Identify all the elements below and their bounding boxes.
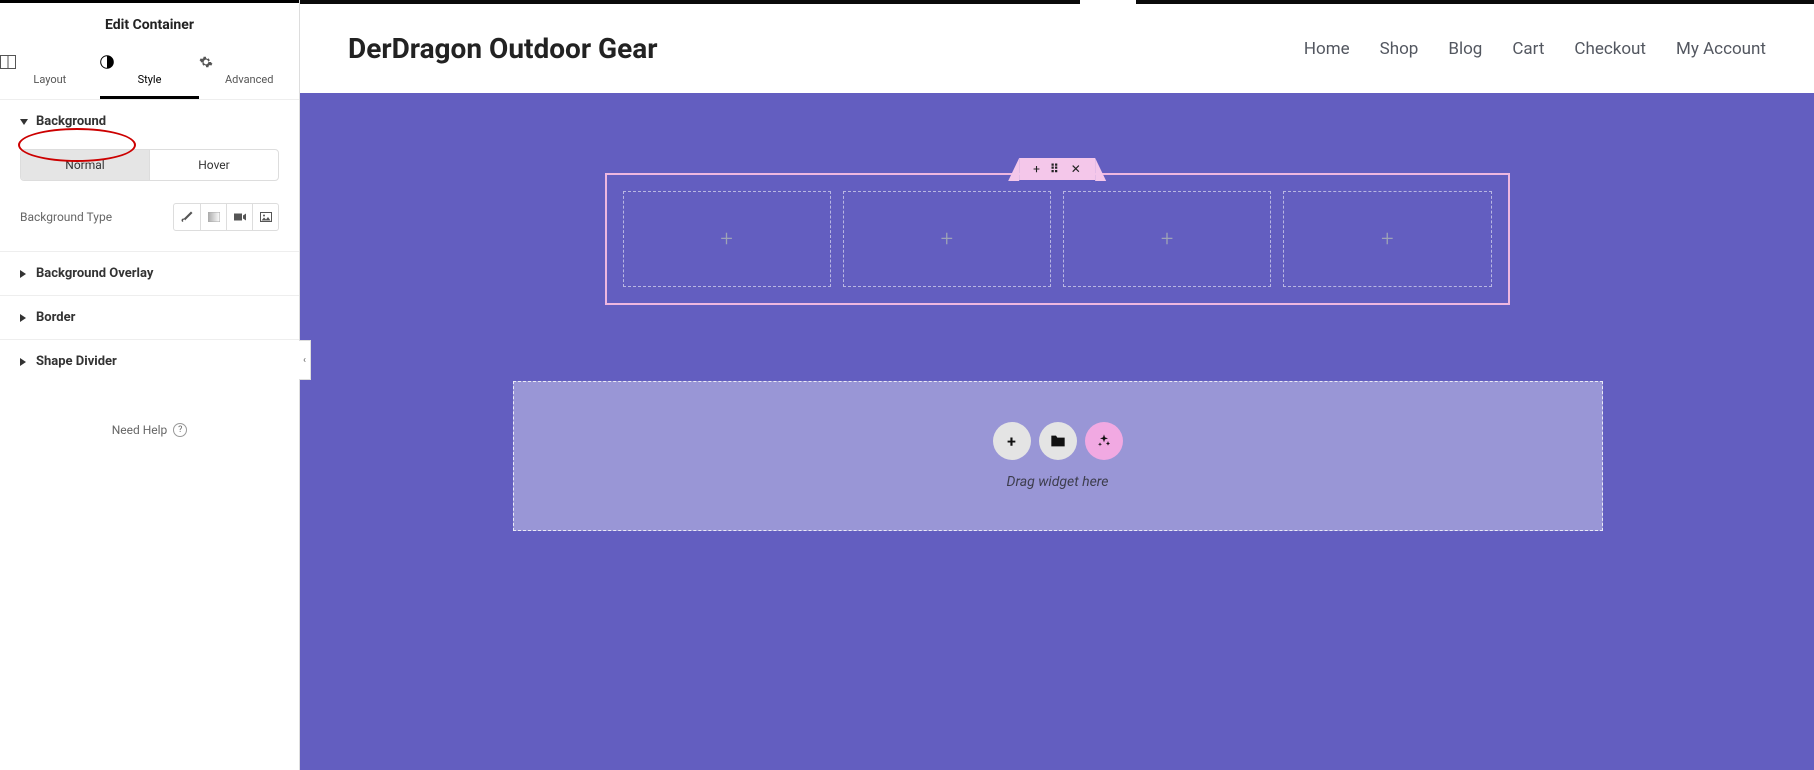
section-shape: Shape Divider [0, 340, 299, 383]
bg-type-label: Background Type [20, 210, 112, 224]
section-overlay: Background Overlay [0, 252, 299, 296]
style-icon [100, 55, 200, 69]
tab-layout[interactable]: Layout [0, 47, 100, 99]
tab-label: Layout [0, 73, 100, 86]
layout-icon [0, 55, 100, 69]
nav-link[interactable]: Shop [1380, 39, 1419, 59]
add-icon[interactable]: + [1033, 162, 1040, 176]
plus-icon: + [1381, 227, 1393, 252]
site-brand[interactable]: DerDragon Outdoor Gear [348, 32, 658, 65]
panel-title: Edit Container [0, 3, 299, 47]
container-handle[interactable]: + ⠿ ✕ [1019, 158, 1095, 180]
image-icon [260, 212, 272, 222]
widget-dropzone[interactable]: + Drag widget here [513, 381, 1603, 531]
segment-normal[interactable]: Normal [21, 150, 149, 180]
tab-style[interactable]: Style [100, 47, 200, 99]
panel-tabs: Layout Style Advanced [0, 47, 299, 100]
segment-hover[interactable]: Hover [149, 150, 278, 180]
preview-pane: DerDragon Outdoor Gear Home Shop Blog Ca… [300, 0, 1814, 770]
gradient-icon [208, 212, 220, 222]
site-header: DerDragon Outdoor Gear Home Shop Blog Ca… [300, 4, 1814, 93]
ai-button[interactable] [1085, 422, 1123, 460]
add-widget-button[interactable]: + [993, 422, 1031, 460]
plus-icon: + [941, 227, 953, 252]
section-toggle-shape[interactable]: Shape Divider [0, 340, 299, 383]
section-toggle-border[interactable]: Border [0, 296, 299, 339]
help-link[interactable]: Need Help ? [0, 423, 299, 437]
caret-right-icon [20, 270, 26, 278]
bg-type-group [173, 203, 279, 231]
plus-icon: + [1007, 432, 1016, 451]
plus-icon: + [720, 227, 732, 252]
nav-link[interactable]: My Account [1676, 39, 1766, 59]
bg-type-classic[interactable] [174, 204, 200, 230]
bg-type-gradient[interactable] [200, 204, 226, 230]
empty-column[interactable]: + [1283, 191, 1491, 287]
section-title: Background [36, 114, 106, 129]
gear-icon [199, 55, 299, 69]
nav-link[interactable]: Cart [1512, 39, 1544, 59]
state-segment: Normal Hover [20, 149, 279, 181]
editor-sidebar: Edit Container Layout Style Advanced [0, 0, 300, 770]
section-border: Border [0, 296, 299, 340]
section-title: Shape Divider [36, 354, 117, 369]
section-title: Background Overlay [36, 266, 153, 281]
plus-icon: + [1161, 227, 1173, 252]
bg-type-slideshow[interactable] [252, 204, 278, 230]
section-toggle-overlay[interactable]: Background Overlay [0, 252, 299, 295]
section-toggle-background[interactable]: Background [0, 100, 299, 143]
template-library-button[interactable] [1039, 422, 1077, 460]
editor-canvas[interactable]: + ⠿ ✕ + + + + + [300, 93, 1814, 770]
nav-link[interactable]: Home [1304, 39, 1350, 59]
tab-label: Style [100, 73, 200, 86]
caret-right-icon [20, 314, 26, 322]
section-title: Border [36, 310, 75, 325]
chevron-left-icon: ‹ [303, 355, 306, 366]
video-icon [234, 212, 246, 222]
caret-down-icon [20, 119, 28, 125]
drag-handle-icon[interactable]: ⠿ [1050, 162, 1061, 176]
empty-column[interactable]: + [843, 191, 1051, 287]
sparkle-icon [1096, 433, 1112, 449]
section-background: Background Normal Hover Background Type [0, 100, 299, 252]
sidebar-collapse-handle[interactable]: ‹ [299, 340, 311, 380]
empty-column[interactable]: + [1063, 191, 1271, 287]
brush-icon [181, 211, 193, 223]
empty-column[interactable]: + [623, 191, 831, 287]
tab-advanced[interactable]: Advanced [199, 47, 299, 99]
site-nav: Home Shop Blog Cart Checkout My Account [1304, 39, 1766, 59]
tab-label: Advanced [199, 73, 299, 86]
folder-icon [1050, 434, 1066, 448]
nav-link[interactable]: Blog [1448, 39, 1482, 59]
close-icon[interactable]: ✕ [1071, 162, 1081, 176]
help-icon: ? [173, 423, 187, 437]
selected-container[interactable]: + + + + [605, 173, 1510, 305]
dropzone-text: Drag widget here [1007, 474, 1109, 490]
caret-right-icon [20, 358, 26, 366]
nav-link[interactable]: Checkout [1574, 39, 1646, 59]
help-label: Need Help [112, 423, 168, 437]
bg-type-video[interactable] [226, 204, 252, 230]
